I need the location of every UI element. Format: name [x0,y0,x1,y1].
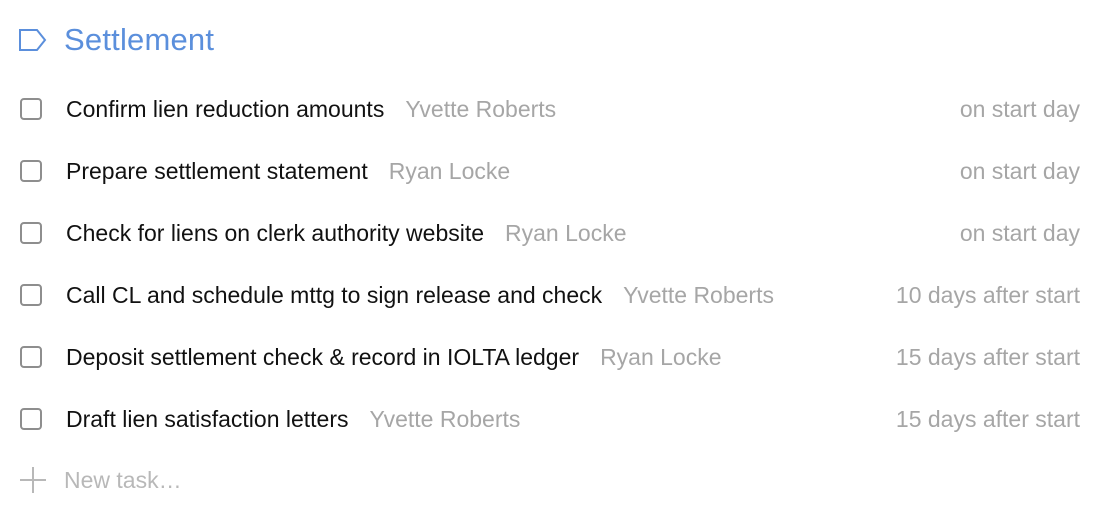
task-row[interactable]: Draft lien satisfaction letters Yvette R… [20,388,1080,450]
new-task-row[interactable]: New task… [18,462,182,498]
task-row[interactable]: Deposit settlement check & record in IOL… [20,326,1080,388]
task-checkbox[interactable] [20,98,42,120]
task-checkbox[interactable] [20,346,42,368]
task-row[interactable]: Call CL and schedule mttg to sign releas… [20,264,1080,326]
task-list: Confirm lien reduction amounts Yvette Ro… [20,78,1080,450]
task-row[interactable]: Prepare settlement statement Ryan Locke … [20,140,1080,202]
task-checkbox[interactable] [20,408,42,430]
new-task-input[interactable]: New task… [64,467,182,494]
task-due[interactable]: on start day [960,96,1080,123]
task-due[interactable]: 10 days after start [896,282,1080,309]
task-assignee[interactable]: Ryan Locke [505,220,626,247]
task-row[interactable]: Check for liens on clerk authority websi… [20,202,1080,264]
task-due[interactable]: 15 days after start [896,406,1080,433]
task-assignee[interactable]: Yvette Roberts [623,282,774,309]
section-title[interactable]: Settlement [64,22,214,58]
task-assignee[interactable]: Yvette Roberts [370,406,521,433]
task-assignee[interactable]: Ryan Locke [389,158,510,185]
task-assignee[interactable]: Ryan Locke [600,344,721,371]
task-title[interactable]: Deposit settlement check & record in IOL… [66,344,579,371]
plus-icon[interactable] [18,465,48,495]
task-title[interactable]: Draft lien satisfaction letters [66,406,349,433]
tag-icon [18,27,48,53]
task-checkbox[interactable] [20,284,42,306]
task-due[interactable]: on start day [960,220,1080,247]
task-checkbox[interactable] [20,160,42,182]
task-row[interactable]: Confirm lien reduction amounts Yvette Ro… [20,78,1080,140]
task-assignee[interactable]: Yvette Roberts [405,96,556,123]
section-header: Settlement [18,18,214,62]
task-due[interactable]: on start day [960,158,1080,185]
task-title[interactable]: Confirm lien reduction amounts [66,96,384,123]
task-title[interactable]: Check for liens on clerk authority websi… [66,220,484,247]
task-checkbox[interactable] [20,222,42,244]
task-title[interactable]: Call CL and schedule mttg to sign releas… [66,282,602,309]
task-title[interactable]: Prepare settlement statement [66,158,368,185]
task-due[interactable]: 15 days after start [896,344,1080,371]
